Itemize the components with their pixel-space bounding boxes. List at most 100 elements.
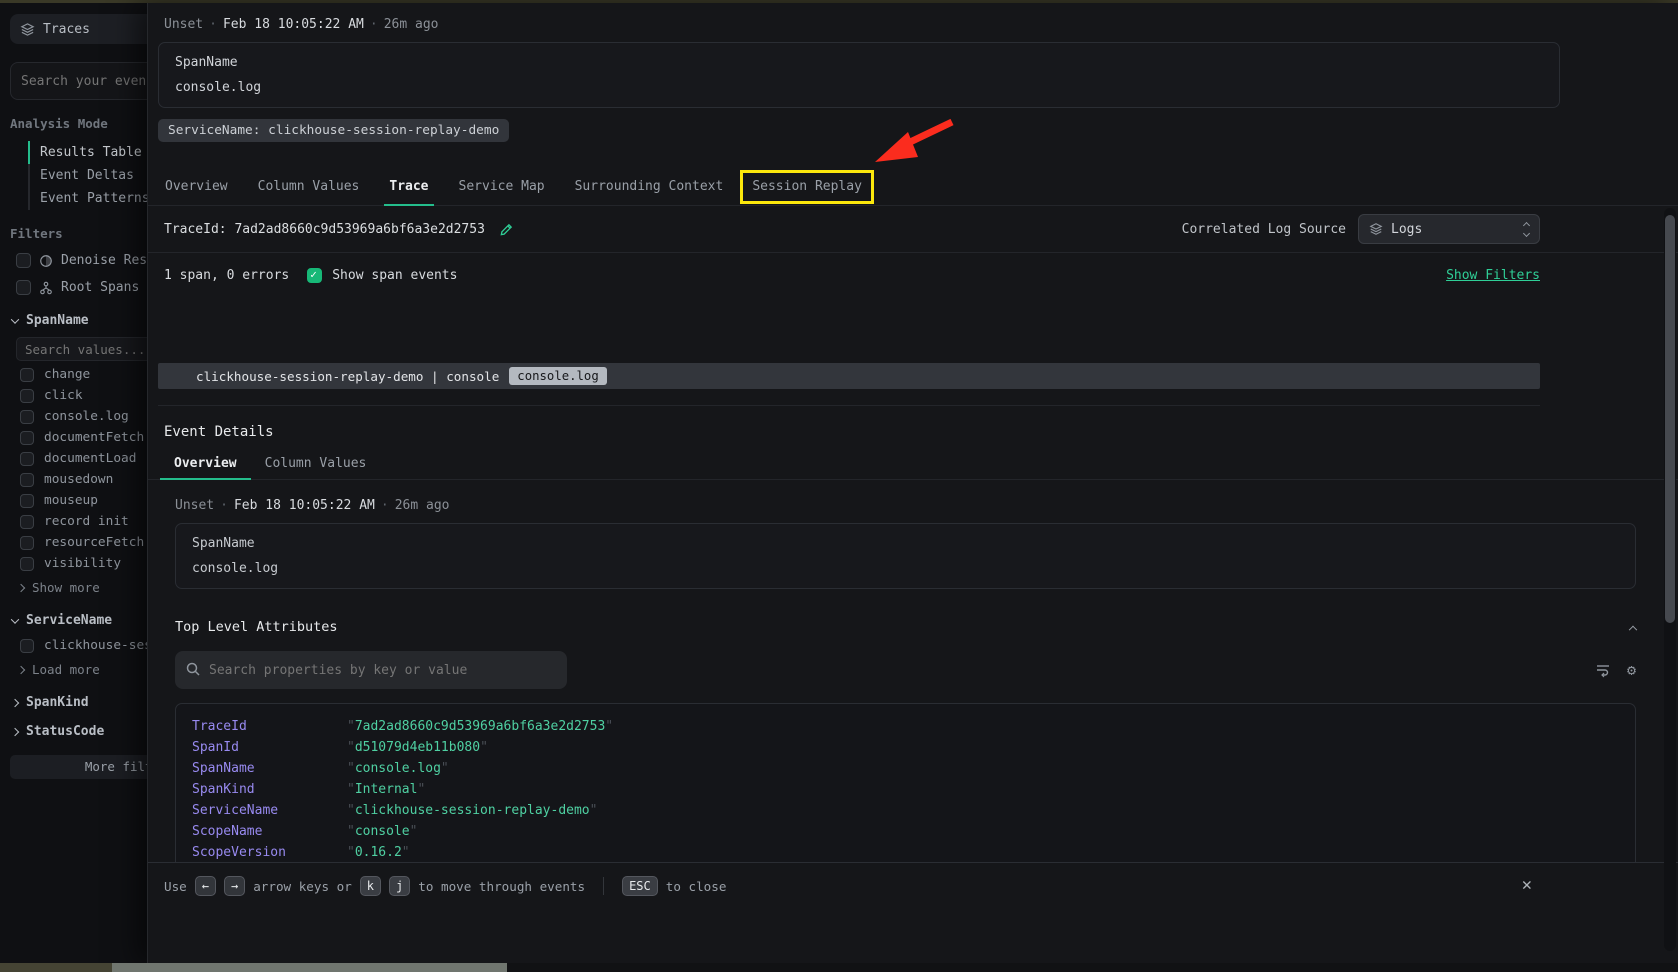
filter-option[interactable]: click bbox=[20, 388, 147, 403]
event-header: Unset·Feb 18 10:05:22 AM·26m ago bbox=[148, 3, 1678, 32]
edit-trace-id-icon[interactable] bbox=[499, 222, 514, 237]
wrap-lines-icon[interactable] bbox=[1595, 662, 1611, 678]
attributes-search-input[interactable] bbox=[175, 651, 567, 689]
root-spans-icon bbox=[39, 281, 53, 295]
load-more-label: Load more bbox=[32, 662, 100, 677]
service-name-badge[interactable]: ServiceName: clickhouse-session-replay-d… bbox=[158, 119, 509, 142]
filter-option[interactable]: documentLoad bbox=[20, 451, 147, 466]
trace-id-row: TraceId: 7ad2ad8660c9d53969a6bf6a3e2d275… bbox=[148, 206, 1678, 253]
option-checkbox[interactable] bbox=[20, 515, 34, 529]
separator-dot: · bbox=[364, 17, 384, 32]
tab-overview[interactable]: Overview bbox=[150, 168, 243, 205]
attribute-row[interactable]: ScopeVersion0.16.2 bbox=[192, 842, 1619, 863]
tab-session-replay[interactable]: Session Replay bbox=[743, 173, 871, 201]
attribute-row[interactable]: SpanNameconsole.log bbox=[192, 758, 1619, 779]
tab-trace[interactable]: Trace bbox=[374, 168, 443, 205]
option-checkbox[interactable] bbox=[20, 452, 34, 466]
option-checkbox[interactable] bbox=[20, 410, 34, 424]
waterfall-span-label: clickhouse-session-replay-demo | console bbox=[196, 369, 499, 384]
traces-source-button[interactable]: Traces bbox=[10, 14, 147, 44]
attribute-row[interactable]: TraceId7ad2ad8660c9d53969a6bf6a3e2d2753 bbox=[192, 716, 1619, 737]
filter-group-servicename[interactable]: ServiceName bbox=[12, 613, 147, 628]
filter-group-statuscode[interactable]: StatusCode bbox=[12, 724, 147, 739]
option-checkbox[interactable] bbox=[20, 431, 34, 445]
gear-icon[interactable]: ⚙ bbox=[1627, 661, 1636, 679]
option-label: mousedown bbox=[44, 472, 113, 487]
event-details-tab-column-values[interactable]: Column Values bbox=[251, 448, 381, 479]
attribute-value: clickhouse-session-replay-demo bbox=[347, 803, 597, 818]
denoise-checkbox[interactable] bbox=[16, 253, 31, 268]
attribute-key: TraceId bbox=[192, 719, 347, 734]
filter-group-spankind[interactable]: SpanKind bbox=[12, 695, 147, 710]
close-icon[interactable]: ✕ bbox=[1522, 875, 1532, 895]
horizontal-scrollbar-thumb[interactable] bbox=[112, 963, 507, 972]
attribute-key: SpanId bbox=[192, 740, 347, 755]
option-label: clickhouse-session-replay-demo bbox=[44, 638, 147, 653]
separator-dot: · bbox=[375, 498, 395, 513]
attribute-value: 7ad2ad8660c9d53969a6bf6a3e2d2753 bbox=[347, 719, 613, 734]
tab-service-map[interactable]: Service Map bbox=[444, 168, 560, 205]
select-updown-icon bbox=[1524, 223, 1529, 236]
attribute-key: SpanKind bbox=[192, 782, 347, 797]
attribute-row[interactable]: SpanKindInternal bbox=[192, 779, 1619, 800]
show-filters-link[interactable]: Show Filters bbox=[1446, 268, 1540, 283]
chevron-right-icon bbox=[11, 727, 19, 735]
separator-dot: · bbox=[214, 498, 234, 513]
root-spans-checkbox[interactable] bbox=[16, 280, 31, 295]
filter-option[interactable]: mouseup bbox=[20, 493, 147, 508]
option-checkbox[interactable] bbox=[20, 368, 34, 382]
more-filters-button[interactable]: More filters bbox=[10, 755, 147, 779]
option-checkbox[interactable] bbox=[20, 473, 34, 487]
filter-option[interactable]: documentFetch bbox=[20, 430, 147, 445]
tab-surrounding-context[interactable]: Surrounding Context bbox=[560, 168, 739, 205]
attribute-row[interactable]: SpanIdd51079d4eb11b080 bbox=[192, 737, 1619, 758]
option-label: documentLoad bbox=[44, 451, 136, 466]
status-badge: Unset bbox=[164, 17, 203, 32]
filter-option[interactable]: console.log bbox=[20, 409, 147, 424]
layers-icon bbox=[20, 22, 35, 37]
option-label: visibility bbox=[44, 556, 121, 571]
filter-option[interactable]: clickhouse-session-replay-demo bbox=[20, 638, 147, 653]
option-label: mouseup bbox=[44, 493, 98, 508]
filter-option[interactable]: resourceFetch bbox=[20, 535, 147, 550]
show-more-link[interactable]: Show more bbox=[18, 580, 147, 595]
mode-item-results-table[interactable]: Results Table bbox=[28, 141, 147, 164]
attribute-key: ScopeName bbox=[192, 824, 347, 839]
filter-group-spanname[interactable]: SpanName bbox=[12, 313, 147, 328]
filter-option[interactable]: record init bbox=[20, 514, 147, 529]
attribute-row[interactable]: ServiceNameclickhouse-session-replay-dem… bbox=[192, 800, 1619, 821]
events-search-input[interactable] bbox=[10, 62, 147, 100]
option-checkbox[interactable] bbox=[20, 557, 34, 571]
divider bbox=[158, 405, 1540, 406]
event-details-tab-overview[interactable]: Overview bbox=[160, 448, 251, 479]
denoise-results-row[interactable]: Denoise Results bbox=[16, 253, 147, 268]
filter-option[interactable]: visibility bbox=[20, 556, 147, 571]
load-more-link[interactable]: Load more bbox=[18, 662, 147, 677]
tab-column-values[interactable]: Column Values bbox=[243, 168, 375, 205]
option-checkbox[interactable] bbox=[20, 494, 34, 508]
top-level-attributes-title: Top Level Attributes bbox=[175, 619, 338, 635]
filter-option[interactable]: change bbox=[20, 367, 147, 382]
mode-item-event-patterns[interactable]: Event Patterns bbox=[28, 187, 147, 210]
filter-option[interactable]: mousedown bbox=[20, 472, 147, 487]
spanname-values-search-input[interactable] bbox=[16, 337, 147, 361]
option-checkbox[interactable] bbox=[20, 536, 34, 550]
collapse-chevron-icon[interactable] bbox=[1629, 626, 1637, 634]
attribute-row[interactable]: ScopeNameconsole bbox=[192, 821, 1619, 842]
k-key: k bbox=[360, 876, 381, 896]
arrow-right-key: → bbox=[224, 876, 245, 896]
attribute-value: Internal bbox=[347, 782, 425, 797]
mode-item-event-deltas[interactable]: Event Deltas bbox=[28, 164, 147, 187]
span-name-card: SpanName console.log bbox=[158, 42, 1560, 108]
spankind-group-label: SpanKind bbox=[26, 695, 89, 710]
root-spans-row[interactable]: Root Spans Only bbox=[16, 280, 147, 295]
option-checkbox[interactable] bbox=[20, 639, 34, 653]
log-source-select[interactable]: Logs bbox=[1358, 214, 1540, 244]
event-timestamp: Feb 18 10:05:22 AM bbox=[223, 17, 364, 32]
event-timestamp: Feb 18 10:05:22 AM bbox=[234, 498, 375, 513]
option-checkbox[interactable] bbox=[20, 389, 34, 403]
waterfall-span-bar[interactable]: clickhouse-session-replay-demo | console… bbox=[158, 363, 1540, 389]
vertical-scrollbar-thumb[interactable] bbox=[1665, 215, 1675, 623]
attribute-value: 0.16.2 bbox=[347, 845, 410, 860]
show-span-events-checkbox[interactable] bbox=[307, 268, 322, 283]
